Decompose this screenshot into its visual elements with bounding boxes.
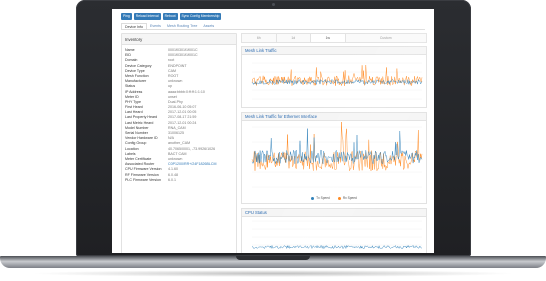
device-tabs: Device Info Events Mesh Routing Tree Ass… [121,23,425,30]
rx-speed-line [251,64,423,87]
laptop-shadow [30,270,516,277]
chart-gridlines [252,220,422,253]
ethernet-traffic-chart [251,121,423,188]
sync-config-membership-button[interactable]: Sync Config Membership [179,13,222,20]
rx-swatch [337,196,341,200]
webcam [272,3,275,6]
inventory-row: PLC Firmware Version 6.0.1 [125,178,216,183]
chart-legend: Tx Speed Rx Speed [242,195,426,201]
range-tab-1d[interactable]: 1d [277,34,312,42]
cpu-usage-line [251,244,423,250]
reboot-button[interactable]: Reboot [162,13,178,20]
inventory-list: Name 0001f0301f1f001C EID 0001f0301f1f001C D… [125,48,216,183]
cpu-status-chart [251,220,423,253]
cpu-status-panel: CPU Status [241,208,427,253]
tab-events[interactable]: Events [147,23,164,29]
ethernet-traffic-panel: Mesh Link Traffic for Ethernet Interface… [241,112,427,204]
range-tab-1w[interactable]: 1w [311,34,346,42]
inventory-value: 6.0.1 [168,177,176,182]
toolbar: Ping Reload Interval Reboot Sync Config … [121,13,222,20]
legend-rx[interactable]: Rx Speed [337,196,357,200]
tab-device-info[interactable]: Device Info [121,23,147,29]
tx-swatch [311,196,315,200]
tx-speed-line [251,128,423,165]
tab-assets[interactable]: Assets [200,23,217,29]
laptop-screen: Ping Reload Interval Reboot Sync Config … [112,9,434,253]
reload-interval-button[interactable]: Reload Interval [133,13,161,20]
mesh-link-traffic-panel: Mesh Link Traffic [241,46,427,108]
legend-rx-label: Rx Speed [342,196,357,200]
ping-button[interactable]: Ping [121,13,132,20]
inventory-key: PLC Firmware Version [125,177,161,182]
mesh-link-traffic-chart [251,62,423,100]
laptop-notch [236,256,310,260]
tab-mesh-routing-tree[interactable]: Mesh Routing Tree [164,23,200,29]
ethernet-traffic-title: Mesh Link Traffic for Ethernet Interface [242,113,426,121]
range-tab-custom[interactable]: Custom [346,34,426,42]
inventory-title: Inventory [122,34,236,45]
legend-tx-label: Tx Speed [316,196,330,200]
cpu-status-title: CPU Status [242,209,426,217]
metrics-column: 6h 1d 1w Custom Mesh Link Traffic Mesh L… [241,33,427,253]
inventory-panel: Inventory Name 0001f0301f1f001C EID 0001f03… [121,33,237,253]
time-range-tabs: 6h 1d 1w Custom [241,33,427,43]
range-tab-6h[interactable]: 6h [242,34,277,42]
legend-tx[interactable]: Tx Speed [311,196,330,200]
mesh-link-traffic-title: Mesh Link Traffic [242,47,426,55]
